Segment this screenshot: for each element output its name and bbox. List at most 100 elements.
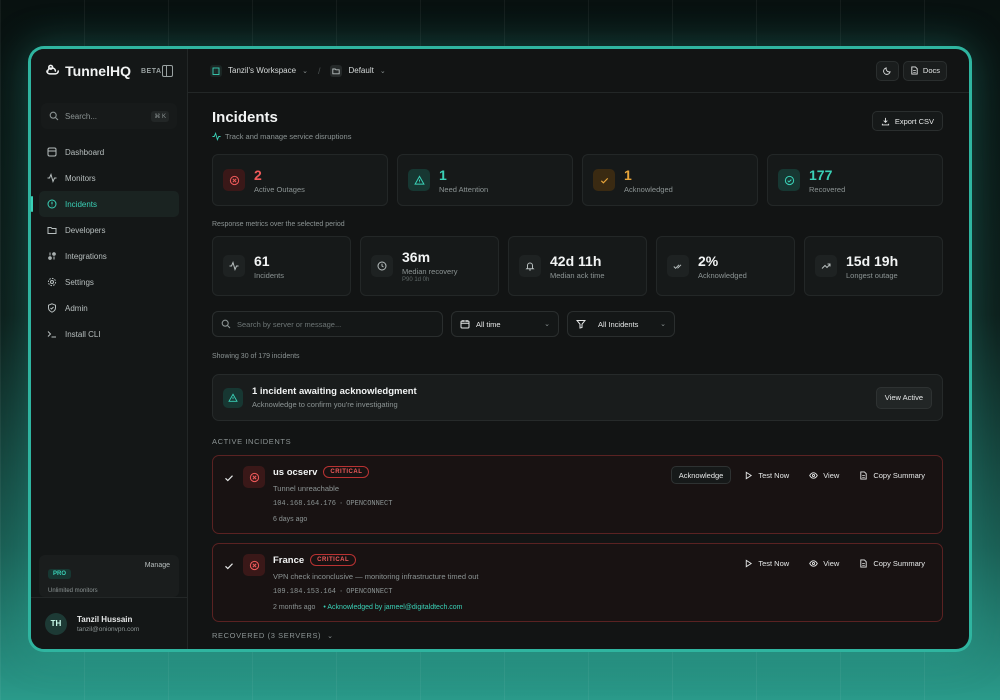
sidebar-toggle-icon[interactable] [161, 65, 173, 77]
copy-summary-label: Copy Summary [873, 558, 925, 568]
theme-toggle-button[interactable] [875, 60, 899, 81]
incident-time: 2 months ago [273, 604, 316, 611]
status-filter-select[interactable]: All Incidents ⌄ [567, 311, 675, 337]
sidebar-item-integrations[interactable]: Integrations [39, 243, 179, 269]
terminal-icon [47, 331, 56, 338]
sidebar-item-developers[interactable]: Developers [39, 217, 179, 243]
incident-meta: 104.168.164.176 · OPENCONNECT [273, 500, 393, 508]
incident-meta: 109.184.153.164 · OPENCONNECT [273, 588, 393, 596]
sidebar-item-incidents[interactable]: Incidents [31, 191, 179, 217]
check-icon[interactable] [223, 560, 235, 572]
copy-summary-button[interactable]: Copy Summary [852, 466, 932, 484]
view-label: View [823, 558, 840, 568]
sidebar-item-install-cli[interactable]: Install CLI [39, 321, 179, 347]
recovered-header: RECOVERED (3 SERVERS) [212, 631, 322, 640]
sidebar-item-monitors[interactable]: Monitors [39, 165, 179, 191]
sidebar-item-label: Install CLI [65, 329, 101, 339]
download-icon [881, 117, 889, 125]
export-csv-button[interactable]: Export CSV [871, 111, 943, 131]
manage-plan-link[interactable]: Manage [145, 562, 170, 569]
filter-row: Search by server or message... All time … [212, 311, 943, 337]
stat-label: Need Attention [439, 184, 489, 194]
stat-label: Recovered [809, 184, 846, 194]
warning-triangle-icon [408, 169, 430, 191]
logo-row: TunnelHQ BETA [31, 49, 187, 93]
sidebar-item-label: Dashboard [65, 147, 105, 157]
bell-icon [519, 255, 541, 277]
recovered-section-toggle[interactable]: RECOVERED (3 SERVERS) ⌄ [212, 631, 943, 640]
check-icon [593, 169, 615, 191]
workspace-selector[interactable]: Tanzil's Workspace ⌄ [210, 64, 308, 77]
activity-icon [47, 173, 57, 183]
sidebar-item-label: Developers [65, 225, 106, 235]
metric-label: Incidents [254, 270, 285, 280]
stat-card-need-attention[interactable]: 1 Need Attention [397, 154, 573, 206]
awaiting-title: 1 incident awaiting acknowledgment [252, 386, 417, 397]
metrics-note: Response metrics over the selected perio… [212, 221, 345, 228]
time-range-value: All time [476, 319, 501, 329]
stat-cards: 2 Active Outages 1 Need Attention 1 Acknowl… [212, 154, 943, 206]
stat-card-acknowledged[interactable]: 1 Acknowledged [582, 154, 758, 206]
view-button[interactable]: View [802, 554, 846, 572]
awaiting-subtitle: Acknowledge to confirm you're investigat… [252, 400, 398, 409]
copy-summary-button[interactable]: Copy Summary [852, 554, 932, 572]
x-circle-icon [223, 169, 245, 191]
document-icon [860, 470, 867, 480]
view-active-button[interactable]: View Active [875, 386, 932, 409]
test-now-button[interactable]: Test Now [737, 466, 796, 484]
incident-card[interactable]: us ocserv CRITICAL Tunnel unreachable 10… [212, 455, 943, 534]
activity-icon [212, 132, 221, 141]
metric-card-median-ack: 42d 11h Median ack time [508, 236, 647, 296]
folder-code-icon [47, 227, 57, 234]
metric-value: 2% [698, 252, 719, 269]
test-now-button[interactable]: Test Now [737, 554, 796, 572]
stat-value: 1 [439, 166, 447, 183]
incident-message: Tunnel unreachable [273, 484, 340, 493]
active-incidents-header: ACTIVE INCIDENTS [212, 437, 292, 446]
sidebar-item-settings[interactable]: Settings [39, 269, 179, 295]
view-label: View [823, 470, 840, 480]
user-profile[interactable]: TH Tanzil Hussain tanzil@onionvpn.com [31, 597, 187, 649]
stat-card-active-outages[interactable]: 2 Active Outages [212, 154, 388, 206]
project-selector[interactable]: Default ⌄ [330, 64, 386, 77]
play-icon [746, 471, 753, 479]
check-icon[interactable] [223, 472, 235, 484]
metric-label: Median ack time [550, 270, 605, 280]
incident-name: us ocserv [273, 466, 318, 478]
stat-card-recovered[interactable]: 177 Recovered [767, 154, 943, 206]
page-content: Incidents Track and manage service disru… [188, 93, 969, 640]
calendar-icon [460, 320, 470, 329]
incident-card[interactable]: France CRITICAL VPN check inconclusive —… [212, 543, 943, 622]
incident-actions: Acknowledge Test Now View Copy Summary [670, 466, 932, 484]
x-circle-icon [243, 554, 265, 576]
test-now-label: Test Now [758, 558, 790, 568]
incident-protocol: OPENCONNECT [346, 588, 393, 596]
metric-value: 36m [402, 249, 431, 265]
incident-protocol: OPENCONNECT [346, 500, 393, 508]
chevron-down-icon: ⌄ [544, 321, 550, 328]
metric-card-longest-outage: 15d 19h Longest outage [804, 236, 943, 296]
incident-ip: 109.184.153.164 [273, 588, 337, 596]
activity-icon [223, 255, 245, 277]
beta-badge: BETA [140, 67, 162, 75]
trending-up-icon [815, 255, 837, 277]
sidebar-search-placeholder: Search... [65, 111, 98, 121]
incident-message: VPN check inconclusive — monitoring infr… [273, 572, 479, 581]
sidebar-item-dashboard[interactable]: Dashboard [39, 139, 179, 165]
view-button[interactable]: View [802, 466, 846, 484]
plan-note: Unlimited monitors [48, 588, 98, 594]
incident-name: France [273, 554, 305, 566]
time-range-select[interactable]: All time ⌄ [451, 311, 559, 337]
shield-icon [48, 303, 56, 313]
sidebar-search[interactable]: Search... ⌘ K [41, 103, 177, 129]
page-subtitle: Track and manage service disruptions [225, 132, 352, 141]
document-icon [911, 66, 918, 75]
docs-button[interactable]: Docs [902, 60, 947, 81]
topbar: Tanzil's Workspace ⌄ / Default ⌄ Docs [188, 49, 969, 93]
incident-search-input[interactable]: Search by server or message... [212, 311, 443, 337]
sidebar-item-admin[interactable]: Admin [39, 295, 179, 321]
eye-icon [809, 471, 818, 479]
gear-icon [47, 277, 57, 287]
acknowledge-button[interactable]: Acknowledge [670, 466, 732, 484]
building-icon [210, 64, 222, 77]
